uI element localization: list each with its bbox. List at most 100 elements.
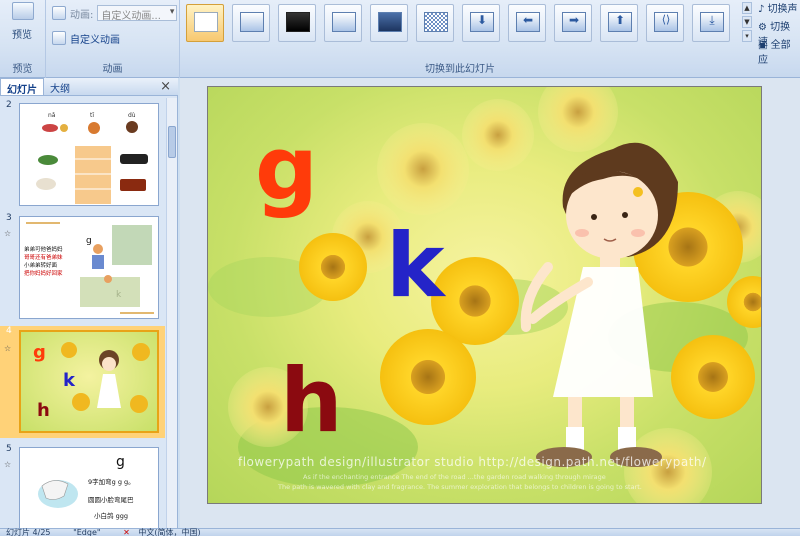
s2-pic	[120, 179, 146, 191]
s2-pic	[42, 124, 58, 132]
watermark-text: flowerypath design/illustrator studio ht…	[238, 455, 707, 469]
tab-outline[interactable]: 大纲	[44, 78, 76, 95]
s3-line-1: 弟弟可他爸妈妈	[24, 245, 63, 253]
letter-h[interactable]: h	[280, 357, 343, 445]
slide-number: 4	[6, 326, 12, 336]
s2-pic	[38, 155, 58, 165]
s4-letter-h: h	[37, 400, 50, 421]
slide-thumbnail: g k h	[19, 330, 159, 433]
gallery-up-icon[interactable]: ▲	[742, 2, 752, 14]
hair-clip	[633, 187, 643, 197]
slide-thumbnail: g 9字加弯g g g。 圆圆小脸弯尾巴 小白鸽 ggg	[19, 447, 159, 528]
preview-button[interactable]: 预览	[12, 26, 32, 41]
spellcheck-icon[interactable]: ✕	[123, 528, 130, 536]
slide-thumb-2[interactable]: 2 nǎ tī dù	[0, 100, 165, 208]
sunflower	[380, 329, 476, 425]
transition-wipe-right[interactable]: ➡	[554, 4, 592, 42]
s3-pic	[112, 225, 152, 265]
pane-scrollbar[interactable]	[166, 98, 177, 528]
preview-icon[interactable]	[12, 2, 34, 20]
s3-line-3: 小弟弟转好面	[24, 261, 58, 269]
s4-flower	[72, 393, 90, 411]
s2-grid	[75, 146, 111, 204]
slide-thumb-4[interactable]: 4 ☆ g k h	[0, 326, 165, 438]
s4-letter-g: g	[33, 342, 46, 363]
preview-group-label: 预览	[12, 64, 33, 75]
custom-animation-button[interactable]: 自定义动画	[52, 30, 120, 46]
s5-line-2: 圆圆小脸弯尾巴	[88, 495, 134, 504]
sunflower	[538, 87, 618, 152]
slide-thumb-5[interactable]: 5 ☆ g 9字加弯g g g。 圆圆小脸弯尾巴 小白鸽 ggg	[0, 444, 165, 528]
status-bar: 幻灯片 4/25 "Edge" ✕ 中文(简体，中国)	[0, 528, 800, 536]
slide-4-preview: g k h	[33, 342, 150, 421]
ribbon: 预览 预览 动画: 自定义动画... 自定义动画 动画 ⬇ ⬅ ➡	[0, 0, 800, 78]
transition-sound[interactable]: ♪ 切换声	[758, 0, 798, 15]
transition-fade-black[interactable]	[278, 4, 316, 42]
slide-number: 3	[6, 213, 12, 223]
transition-sound-icon: ♪	[758, 4, 768, 15]
girl-cheek	[575, 229, 589, 237]
slides-pane: 幻灯片 大纲 × 2 nǎ tī dù 3 ☆ 弟弟可他爸妈妈 哥哥还有爸弟妹 …	[0, 78, 178, 528]
animation-label: 动画:	[70, 9, 94, 21]
slide-thumbnail: nǎ tī dù	[19, 103, 159, 206]
s4-flower	[130, 395, 148, 413]
language-indicator[interactable]: 中文(简体，中国)	[138, 528, 200, 536]
gallery-more-icon[interactable]: ▾	[742, 30, 752, 42]
girl-neck	[600, 255, 620, 269]
powerpoint-window: 预览 预览 动画: 自定义动画... 自定义动画 动画 ⬇ ⬅ ➡	[0, 0, 800, 536]
s2-pic	[120, 154, 148, 164]
s2-pic	[88, 122, 100, 134]
s4-flower	[61, 342, 77, 358]
transition-wipe-up[interactable]: ⬆	[600, 4, 638, 42]
s2-pic	[126, 121, 138, 133]
s3-pic	[92, 255, 104, 269]
s5-line-1: 9字加弯g g g。	[88, 477, 135, 486]
animation-group-label: 动画	[102, 64, 123, 75]
girl-dress	[553, 267, 653, 397]
s5-letter-g: g	[116, 454, 125, 470]
tab-slides[interactable]: 幻灯片	[0, 78, 44, 96]
transition-fade[interactable]	[232, 4, 270, 42]
transition-dissolve[interactable]	[416, 4, 454, 42]
close-icon[interactable]: ×	[160, 79, 171, 94]
letter-k[interactable]: k	[386, 222, 445, 310]
animation-icon	[52, 6, 66, 20]
sunflower	[299, 233, 367, 301]
s2-label-2: tī	[90, 112, 94, 119]
slide-2-preview: nǎ tī dù	[36, 112, 148, 204]
animation-select[interactable]: 自定义动画...	[97, 5, 178, 22]
transition-group-label: 切换到此幻灯片	[425, 64, 495, 75]
transition-none[interactable]	[186, 4, 224, 42]
transition-wipe-down[interactable]: ⬇	[462, 4, 500, 42]
sunflower	[462, 99, 534, 171]
current-slide[interactable]: g k h flowerypath design/illustrator stu…	[207, 86, 762, 504]
slide-counter: 幻灯片 4/25	[6, 528, 51, 536]
transition-group: ⬇ ⬅ ➡ ⬆ ⟨⟩ ⤓ ▲ ▼ ▾ ♪ 切换声 ⚙ 切换速 ▣ 全部应 切换到…	[180, 0, 800, 78]
watermark-small-1: As if the enchanting entrance The end of…	[303, 473, 606, 481]
transition-push-down[interactable]: ⤓	[692, 4, 730, 42]
apply-all-icon: ▣	[758, 40, 771, 51]
apply-all[interactable]: ▣ 全部应	[758, 36, 800, 66]
slide-editor: g k h flowerypath design/illustrator stu…	[180, 78, 800, 528]
s2-pic	[60, 124, 68, 132]
slide-number: 5	[6, 444, 12, 454]
transition-split[interactable]: ⟨⟩	[646, 4, 684, 42]
scrollbar-thumb[interactable]	[168, 126, 176, 158]
s5-line-3: 小白鸽 ggg	[94, 511, 128, 520]
gallery-down-icon[interactable]: ▼	[742, 16, 752, 28]
s3-letter-g: g	[86, 236, 92, 246]
theme-name: "Edge"	[73, 528, 101, 536]
slide-thumb-3[interactable]: 3 ☆ 弟弟可他爸妈妈 哥哥还有爸弟妹 小弟弟转好面 把你妈妈好回家 g k	[0, 213, 165, 321]
transition-cut-black[interactable]	[370, 4, 408, 42]
s3-line-2: 哥哥还有爸弟妹	[24, 253, 63, 261]
pane-tabs: 幻灯片 大纲	[0, 78, 178, 96]
girl-eye	[591, 214, 597, 220]
s2-label-1: nǎ	[48, 112, 56, 119]
s4-girl-dress	[97, 374, 121, 408]
sunflower	[377, 123, 469, 215]
s3-pic	[104, 275, 112, 283]
slide-number: 2	[6, 100, 12, 110]
letter-g[interactable]: g	[255, 125, 318, 213]
transition-wipe-left[interactable]: ⬅	[508, 4, 546, 42]
transition-cut[interactable]	[324, 4, 362, 42]
